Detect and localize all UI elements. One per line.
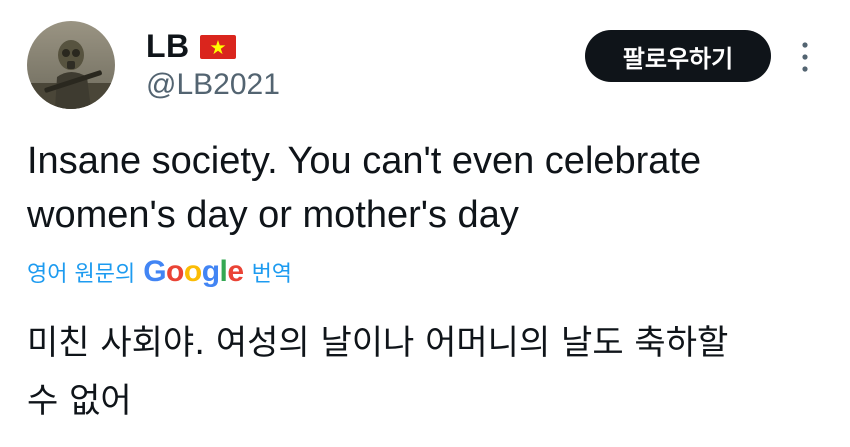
avatar-image <box>27 21 115 109</box>
translation-suffix: 번역 <box>251 262 293 287</box>
author-handle[interactable]: @LB2021 <box>146 68 280 102</box>
author-display-name[interactable]: LB <box>146 28 190 65</box>
more-vertical-icon[interactable] <box>795 40 815 74</box>
google-logo-text: Google <box>143 255 244 288</box>
translation-attribution[interactable]: 영어 원문의 Google 번역 <box>27 255 292 289</box>
avatar[interactable] <box>27 21 115 109</box>
author-name-row: LB <box>146 28 236 65</box>
vietnam-flag-icon <box>199 34 236 59</box>
translation-prefix: 영어 원문의 <box>27 262 136 287</box>
tweet-text-line: Insane society. You can't even celebrate <box>27 140 702 182</box>
google-logo: Google <box>143 255 244 289</box>
tweet-text: Insane society. You can't even celebrate… <box>27 134 827 242</box>
translated-text-line: 미친 사회야. 여성의 날이나 어머니의 날도 축하할 <box>27 323 729 363</box>
translated-text-line: 수 없어 <box>27 381 132 421</box>
translated-text: 미친 사회야. 여성의 날이나 어머니의 날도 축하할 수 없어 <box>27 314 827 430</box>
follow-button[interactable]: 팔로우하기 <box>585 30 771 82</box>
tweet-text-line: women's day or mother's day <box>27 194 519 236</box>
